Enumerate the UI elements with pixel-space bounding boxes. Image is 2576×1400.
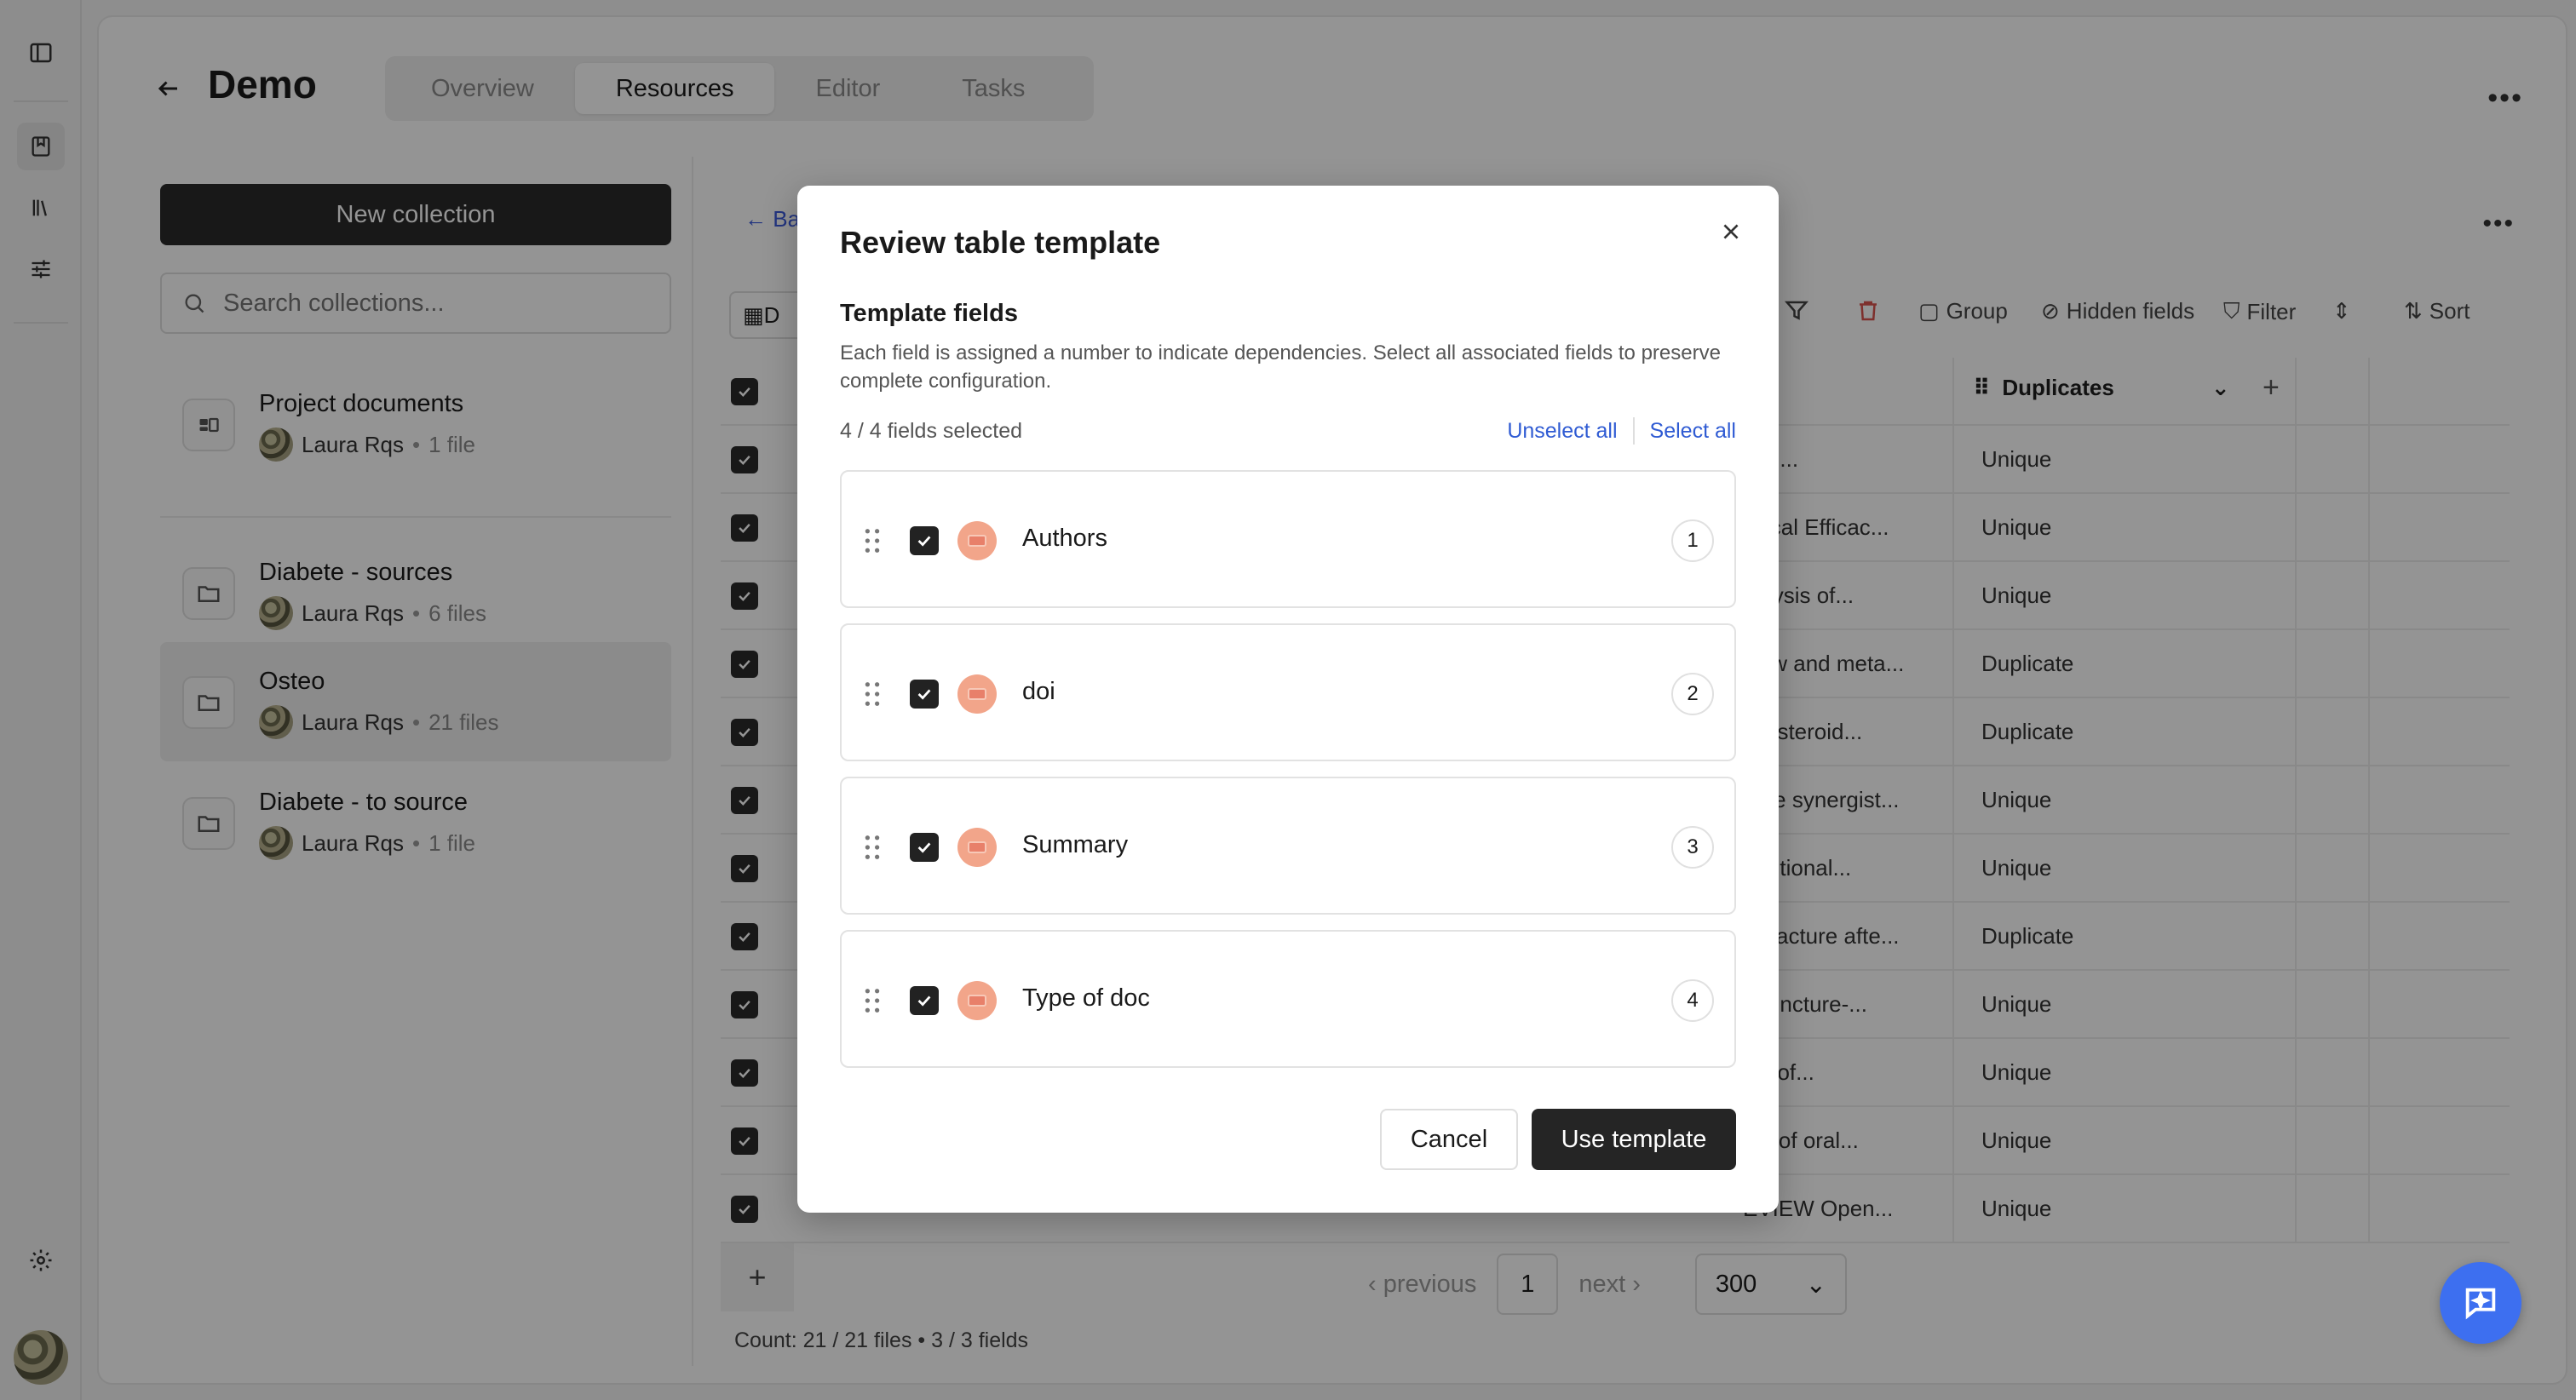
drag-handle-icon[interactable] — [864, 528, 881, 558]
fields-selected-count: 4 / 4 fields selected — [840, 419, 1023, 443]
modal-title: Review table template — [840, 225, 1161, 260]
unselect-all-link[interactable]: Unselect all — [1507, 419, 1617, 444]
field-type-icon — [957, 828, 997, 867]
field-type-icon — [957, 674, 997, 714]
selection-actions: Unselect all Select all — [1507, 417, 1736, 445]
field-type-icon — [957, 521, 997, 560]
template-field-card[interactable]: Summary 3 — [840, 777, 1736, 915]
field-checkbox[interactable] — [910, 833, 939, 862]
modal-subtitle: Template fields — [840, 300, 1018, 327]
field-number-badge: 2 — [1671, 673, 1714, 715]
chat-assistant-button[interactable] — [2440, 1262, 2521, 1344]
chat-sparkle-icon — [2465, 1288, 2496, 1320]
field-name: Summary — [1022, 831, 1129, 858]
use-template-button[interactable]: Use template — [1532, 1109, 1736, 1170]
modal-description: Each field is assigned a number to indic… — [840, 341, 1721, 393]
field-number-badge: 4 — [1671, 979, 1714, 1022]
actions-divider — [1632, 417, 1635, 445]
review-template-modal: Review table template Template fields Ea… — [797, 186, 1779, 1213]
template-field-card[interactable]: Type of doc 4 — [840, 930, 1736, 1068]
drag-handle-icon[interactable] — [864, 988, 881, 1018]
field-checkbox[interactable] — [910, 526, 939, 555]
field-checkbox[interactable] — [910, 680, 939, 709]
field-name: Type of doc — [1022, 984, 1150, 1012]
select-all-link[interactable]: Select all — [1650, 419, 1736, 444]
field-number-badge: 1 — [1671, 519, 1714, 562]
field-name: doi — [1022, 678, 1055, 705]
drag-handle-icon[interactable] — [864, 835, 881, 864]
cancel-button[interactable]: Cancel — [1380, 1109, 1518, 1170]
field-type-icon — [957, 981, 997, 1020]
template-field-card[interactable]: doi 2 — [840, 623, 1736, 761]
close-icon[interactable] — [1714, 215, 1748, 249]
field-number-badge: 3 — [1671, 826, 1714, 869]
field-name: Authors — [1022, 525, 1107, 552]
drag-handle-icon[interactable] — [864, 681, 881, 711]
field-checkbox[interactable] — [910, 986, 939, 1015]
template-field-card[interactable]: Authors 1 — [840, 470, 1736, 608]
